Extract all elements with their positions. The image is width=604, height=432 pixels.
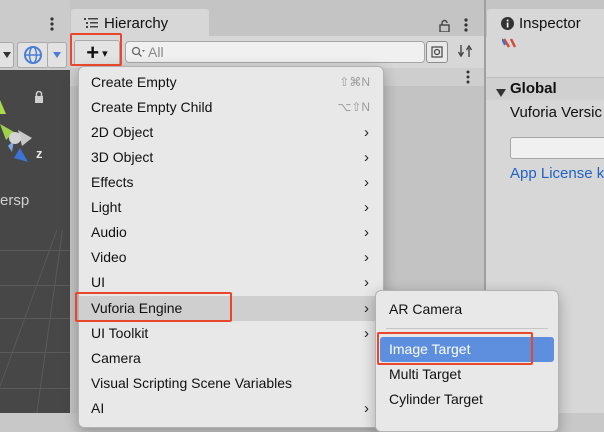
gizmo-z-label: z <box>36 146 43 161</box>
menu-item-label: Camera <box>91 350 141 366</box>
hierarchy-tab-label: Hierarchy <box>104 15 169 32</box>
menu-item-shortcut: ⌥⇧N <box>337 100 370 114</box>
gizmo-dropdown-button[interactable] <box>47 42 67 68</box>
menu-item-shortcut: ⇧⌘N <box>339 75 370 89</box>
menu-item-label: 2D Object <box>91 124 154 140</box>
chevron-right-icon: › <box>364 325 369 342</box>
menu-item-label: Create Empty <box>91 74 177 90</box>
license-key-field[interactable] <box>510 137 604 159</box>
submenu-item-ar-camera[interactable]: AR Camera <box>376 297 558 322</box>
chevron-right-icon: › <box>364 174 369 191</box>
hierarchy-toolbar: + ▾ All <box>70 36 486 69</box>
menu-item-label: 3D Object <box>91 149 154 165</box>
menu-item-label: UI <box>91 274 105 290</box>
hierarchy-list-icon <box>84 16 98 32</box>
menu-item-label: UI Toolkit <box>91 325 149 341</box>
menu-item-ai[interactable]: AI › <box>79 396 383 421</box>
highlight-add-button <box>70 33 122 66</box>
gizmo-toggle-button[interactable] <box>17 42 49 68</box>
menu-item-light[interactable]: Light › <box>79 195 383 220</box>
menu-item-effects[interactable]: Effects › <box>79 170 383 195</box>
chevron-right-icon: › <box>364 400 369 417</box>
menu-item-3d-object[interactable]: 3D Object › <box>79 145 383 170</box>
globe-gizmo-icon <box>24 46 42 64</box>
more-options-icon[interactable] <box>460 69 476 85</box>
inspector-tab-label: Inspector <box>519 15 581 32</box>
scene-view[interactable]: z ersp <box>0 70 70 413</box>
dropdown-arrow-icon[interactable] <box>0 42 14 68</box>
submenu-item-cylinder-target[interactable]: Cylinder Target <box>376 387 558 412</box>
chevron-right-icon: › <box>364 224 369 241</box>
info-icon <box>501 17 514 33</box>
app-license-link[interactable]: App License k <box>510 165 604 182</box>
menu-item-audio[interactable]: Audio › <box>79 220 383 245</box>
chevron-right-icon: › <box>364 149 369 166</box>
search-placeholder: All <box>148 44 164 60</box>
chevron-right-icon: › <box>364 300 369 317</box>
chevron-right-icon: › <box>364 249 369 266</box>
lock-icon[interactable] <box>436 16 452 34</box>
create-menu: Create Empty ⇧⌘N Create Empty Child ⌥⇧N … <box>78 66 384 428</box>
menu-item-label: AI <box>91 400 105 416</box>
vuforia-logo-icon <box>502 38 517 48</box>
submenu-item-label: AR Camera <box>389 301 463 317</box>
submenu-item-label: Cylinder Target <box>389 391 483 407</box>
menu-item-label: Visual Scripting Scene Variables <box>91 375 293 391</box>
persp-label[interactable]: ersp <box>0 192 29 209</box>
submenu-item-label: Multi Target <box>389 366 462 382</box>
menu-item-label: Light <box>91 199 122 215</box>
menu-item-ui-toolkit[interactable]: UI Toolkit › <box>79 321 383 346</box>
submenu-separator <box>386 328 548 329</box>
foldout-toggle[interactable]: Global <box>486 77 604 100</box>
menu-item-video[interactable]: Video › <box>79 245 383 270</box>
submenu-item-multi-target[interactable]: Multi Target <box>376 362 558 387</box>
menu-item-label: Effects <box>91 174 134 190</box>
section-title: Global <box>510 80 557 97</box>
search-input[interactable]: All <box>125 41 425 63</box>
scene-toolbar <box>0 0 70 70</box>
triangle-down-icon <box>496 84 506 100</box>
menu-item-label: Create Empty Child <box>91 99 213 115</box>
highlight-image-target <box>377 332 533 365</box>
tab-inspector[interactable]: Inspector <box>487 9 604 37</box>
search-icon <box>131 45 145 61</box>
menu-item-label: Audio <box>91 224 127 240</box>
orientation-gizmo[interactable] <box>0 80 60 170</box>
menu-item-2d-object[interactable]: 2D Object › <box>79 120 383 145</box>
chevron-right-icon: › <box>364 274 369 291</box>
chevron-right-icon: › <box>364 199 369 216</box>
menu-item-create-empty-child[interactable]: Create Empty Child ⌥⇧N <box>79 95 383 120</box>
menu-item-camera[interactable]: Camera <box>79 346 383 371</box>
chevron-right-icon: › <box>364 124 369 141</box>
more-options-icon[interactable] <box>44 14 60 34</box>
menu-item-label: Video <box>91 249 127 265</box>
menu-item-visual-scripting-scene-variables[interactable]: Visual Scripting Scene Variables <box>79 371 383 396</box>
search-by-type-icon[interactable] <box>426 41 448 63</box>
more-options-icon[interactable] <box>458 15 474 35</box>
menu-item-create-empty[interactable]: Create Empty ⇧⌘N <box>79 70 383 95</box>
vuforia-version-label: Vuforia Versic <box>510 104 602 121</box>
highlight-vuforia-engine <box>75 292 232 322</box>
filter-icon[interactable] <box>456 41 476 61</box>
